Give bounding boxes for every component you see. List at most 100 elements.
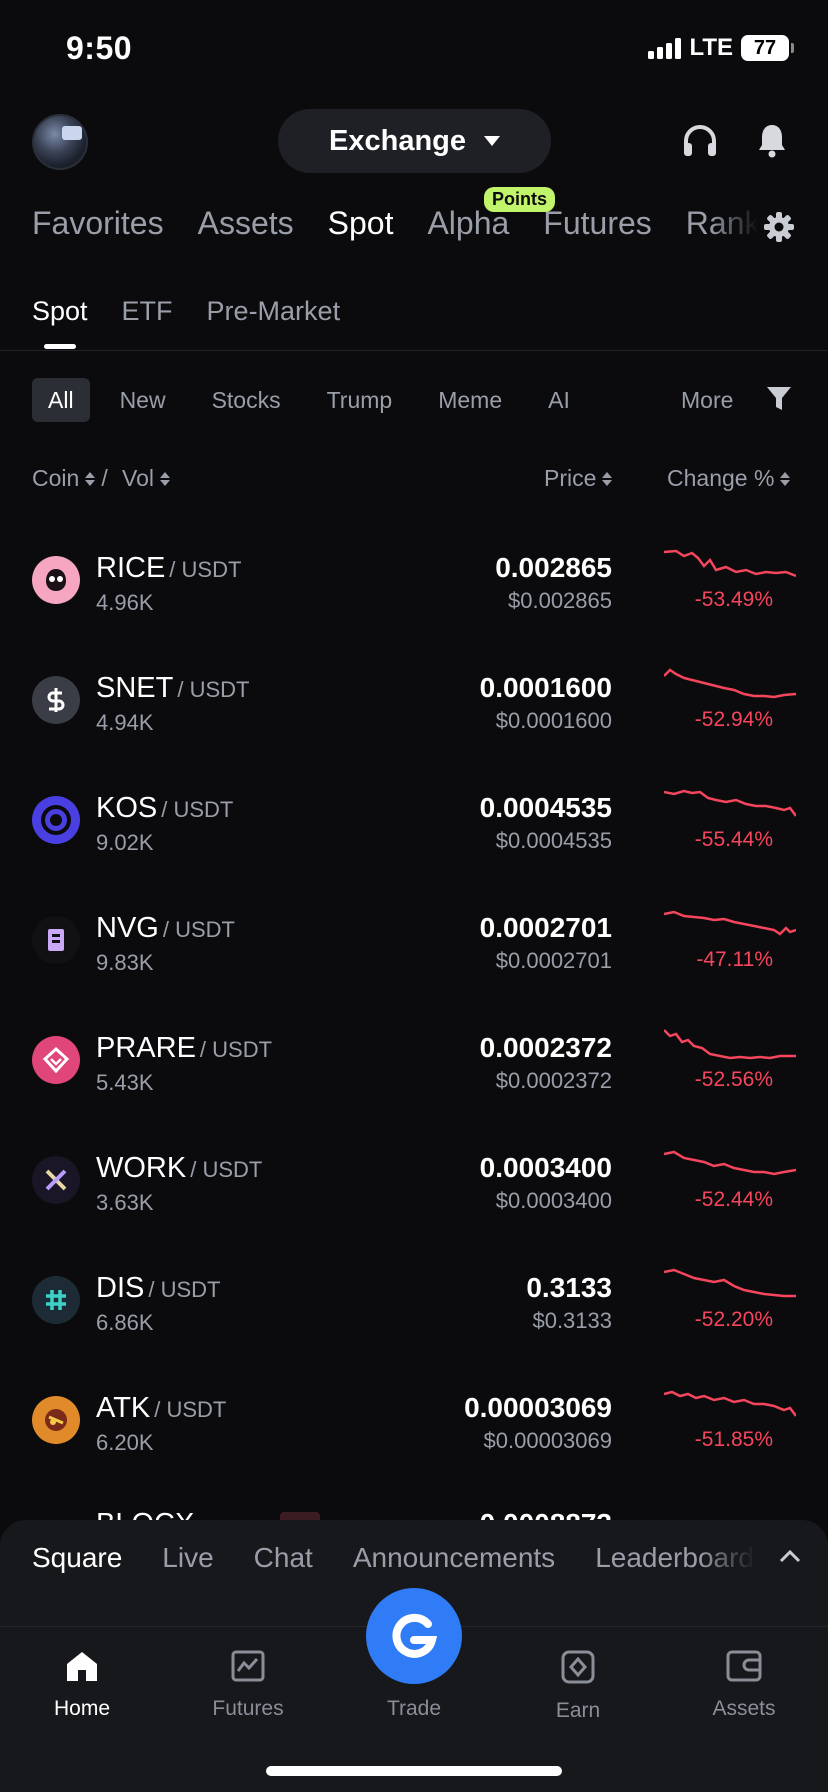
headset-icon[interactable] (678, 119, 722, 163)
tab-favorites[interactable]: Favorites (32, 205, 164, 255)
tab-futures[interactable]: Futures (543, 205, 651, 255)
signal-icon (648, 37, 682, 59)
tab-assets[interactable]: Assets (198, 205, 294, 255)
last-price: 0.0003400 (479, 1152, 612, 1183)
nav-home[interactable]: Home (22, 1649, 142, 1721)
chip-ai[interactable]: AI (532, 378, 586, 422)
top-tabs: Favorites Assets Spot Alpha Futures Rank… (32, 205, 772, 255)
market-row[interactable]: RICE / USDT 4.96K 0.002865 $0.002865 -53.… (0, 520, 828, 640)
price-usd: $0.0004535 (495, 828, 612, 853)
gear-icon[interactable] (762, 210, 796, 249)
pair-base: SNET (96, 672, 174, 704)
change-percent: -52.20% (694, 1308, 773, 1331)
change-percent: -55.44% (694, 828, 773, 851)
feed-tab-square[interactable]: Square (32, 1542, 122, 1574)
pair-base: RICE (96, 552, 166, 584)
status-bar: 9:50 LTE 77 (0, 0, 828, 100)
chevron-up-icon[interactable] (778, 1548, 802, 1569)
nav-earn[interactable]: Earn (518, 1649, 638, 1723)
sort-icon (780, 471, 791, 486)
status-time: 9:50 (66, 30, 133, 66)
pair-quote: / USDT (199, 1037, 273, 1062)
pair-quote: / USDT (154, 1397, 227, 1422)
avatar[interactable] (32, 114, 88, 170)
change-percent: -47.11% (696, 948, 773, 971)
chip-stocks[interactable]: Stocks (196, 378, 297, 422)
sparkline (664, 1268, 796, 1298)
sparkline (664, 1150, 796, 1176)
feed-tab-announcements[interactable]: Announcements (353, 1542, 555, 1574)
sort-price[interactable]: Price (544, 465, 613, 492)
sparkline (664, 910, 796, 936)
sparkline (664, 549, 796, 578)
exchange-switcher[interactable]: Exchange (278, 109, 551, 173)
chip-all[interactable]: All (32, 378, 90, 422)
market-row[interactable]: KOS / USDT 9.02K 0.0004535 $0.0004535 -55… (0, 760, 828, 880)
change-percent: -53.49% (694, 588, 773, 611)
price-usd: $0.3133 (532, 1308, 612, 1333)
home-icon (67, 1652, 97, 1681)
last-price: 0.3133 (526, 1272, 612, 1303)
sort-change[interactable]: Change % (667, 465, 791, 492)
status-indicators: LTE 77 (648, 34, 794, 62)
nav-futures[interactable]: Futures (188, 1649, 308, 1721)
price-usd: $0.00003069 (483, 1428, 612, 1453)
dis-logo-icon (32, 1276, 80, 1324)
price-usd: $0.0003400 (495, 1188, 612, 1213)
snet-logo-icon (32, 676, 80, 724)
market-row[interactable]: PRARE / USDT 5.43K 0.0002372 $0.0002372 -… (0, 1000, 828, 1120)
nvg-logo-icon (32, 916, 80, 964)
battery-icon: 77 (741, 35, 794, 61)
chip-meme[interactable]: Meme (422, 378, 518, 422)
feed-tab-live[interactable]: Live (162, 1542, 213, 1574)
sort-vol[interactable]: Vol (122, 465, 170, 492)
futures-icon (231, 1650, 265, 1682)
price-usd: $0.0002372 (495, 1068, 612, 1093)
nav-assets[interactable]: Assets (684, 1649, 804, 1721)
sort-icon (159, 471, 170, 486)
price-usd: $0.0001600 (495, 708, 612, 733)
subtab-etf[interactable]: ETF (122, 296, 173, 327)
change-percent: -52.94% (694, 708, 773, 731)
assets-icon (726, 1650, 762, 1682)
market-row[interactable]: DIS / USDT 6.86K 0.3133 $0.3133 -52.20% (0, 1240, 828, 1360)
feed-tab-chat[interactable]: Chat (254, 1542, 313, 1574)
pair-quote: / USDT (169, 557, 242, 582)
market-row[interactable]: WORK / USDT 3.63K 0.0003400 $0.0003400 -5… (0, 1120, 828, 1240)
market-row[interactable]: SNET / USDT 4.94K 0.0001600 $0.0001600 -5… (0, 640, 828, 760)
pair-quote: / USDT (161, 797, 234, 822)
pair-base: DIS (96, 1272, 145, 1304)
subtab-pre-market[interactable]: Pre-Market (207, 296, 341, 327)
chip-trump[interactable]: Trump (311, 378, 409, 422)
change-percent: -52.44% (694, 1188, 773, 1211)
market-row[interactable]: NVG / USDT 9.83K 0.0002701 $0.0002701 -47… (0, 880, 828, 1000)
sparkline (664, 1029, 796, 1060)
pair-quote: / USDT (162, 917, 235, 942)
kos-logo-icon (32, 796, 80, 844)
sub-tabs: Spot ETF Pre-Market (32, 296, 341, 349)
tab-spot[interactable]: Spot (328, 205, 394, 255)
sort-coin[interactable]: Coin / (32, 465, 108, 492)
volume: 6.86K (96, 1310, 154, 1335)
tab-alpha[interactable]: Alpha (427, 205, 509, 255)
volume: 6.20K (96, 1430, 154, 1455)
price-usd: $0.002865 (508, 588, 612, 613)
feed-tabs: Square Live Chat Announcements Leaderboa… (32, 1542, 762, 1574)
market-row[interactable]: ATK / USDT 6.20K 0.00003069 $0.00003069 -… (0, 1360, 828, 1480)
divider (0, 350, 828, 351)
market-list: RICE / USDT 4.96K 0.002865 $0.002865 -53.… (0, 520, 828, 1480)
trade-icon (392, 1613, 438, 1658)
chip-more[interactable]: More (681, 378, 733, 422)
bell-icon[interactable] (750, 118, 794, 162)
change-percent: -51.85% (694, 1428, 773, 1451)
volume: 4.96K (96, 590, 154, 615)
work-logo-icon (32, 1156, 80, 1204)
atk-logo-icon (32, 1396, 80, 1444)
column-header: Coin / Vol Price Change % (32, 465, 794, 495)
filter-icon[interactable] (766, 385, 792, 418)
subtab-spot[interactable]: Spot (32, 296, 88, 349)
chip-new[interactable]: New (104, 378, 182, 422)
trade-button[interactable] (366, 1588, 462, 1684)
last-price: 0.0002701 (479, 912, 612, 943)
volume: 9.83K (96, 950, 154, 975)
